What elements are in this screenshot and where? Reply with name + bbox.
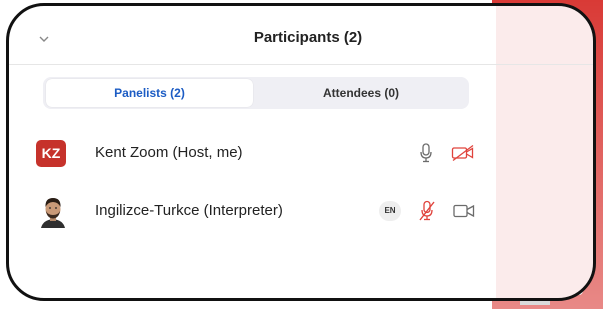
panel-tint bbox=[496, 6, 593, 298]
participant-row[interactable]: Ingilizce-Turkce (Interpreter) EN bbox=[33, 193, 493, 229]
title-divider bbox=[9, 64, 593, 65]
avatar: KZ bbox=[36, 140, 66, 167]
participants-panel: Participants (2) Panelists (2) Attendees… bbox=[6, 3, 596, 301]
tab-attendees[interactable]: Attendees (0) bbox=[255, 79, 467, 107]
participant-name: Ingilizce-Turkce (Interpreter) bbox=[95, 202, 283, 219]
microphone-muted-icon[interactable] bbox=[418, 200, 436, 222]
panel-title: Participants (2) bbox=[253, 29, 363, 46]
microphone-icon[interactable] bbox=[419, 143, 433, 163]
video-off-icon[interactable] bbox=[451, 144, 475, 162]
language-badge: EN bbox=[379, 201, 401, 221]
participant-row[interactable]: KZ Kent Zoom (Host, me) bbox=[33, 135, 493, 171]
avatar bbox=[39, 195, 67, 228]
participant-tabs: Panelists (2) Attendees (0) bbox=[43, 77, 469, 109]
participant-name: Kent Zoom (Host, me) bbox=[95, 144, 243, 161]
video-camera-icon[interactable] bbox=[453, 203, 475, 219]
tab-panelists[interactable]: Panelists (2) bbox=[46, 79, 253, 107]
